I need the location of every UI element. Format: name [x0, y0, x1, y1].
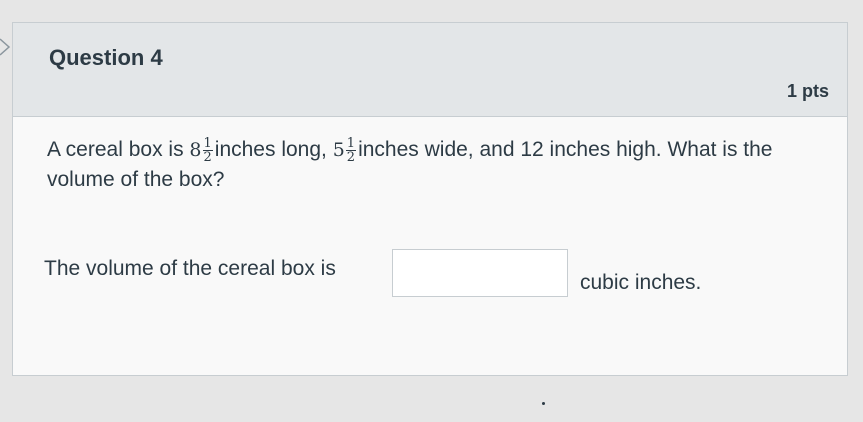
question-text-part1: A cereal box is	[47, 138, 190, 161]
question-card: Question 4 1 pts A cereal box is 8 1 2 inch…	[12, 22, 848, 376]
decorative-dot	[542, 402, 545, 405]
fraction-1-denominator: 2	[203, 149, 212, 165]
fraction-1-numerator: 1	[202, 135, 213, 151]
answer-prefix: The volume of the cereal box is	[44, 257, 336, 280]
question-text-part2: inches long,	[214, 138, 333, 161]
mixed-number-whole-1: 8	[189, 139, 202, 161]
fraction-2-numerator: 1	[345, 135, 357, 151]
fraction-2: 12	[345, 135, 357, 165]
question-text: A cereal box is 8 1 2 inches long, 5 1 2 inche…	[47, 135, 837, 195]
question-header: Question 4 1 pts	[13, 23, 847, 117]
answer-suffix: cubic inches.	[580, 271, 702, 294]
question-points: 1 pts	[786, 81, 829, 101]
mixed-number-whole-2: 5	[332, 139, 345, 161]
fraction-1: 12	[202, 135, 213, 165]
answer-input[interactable]	[392, 249, 568, 297]
fraction-2-denominator: 2	[346, 149, 356, 165]
question-title: Question 4	[49, 45, 163, 70]
